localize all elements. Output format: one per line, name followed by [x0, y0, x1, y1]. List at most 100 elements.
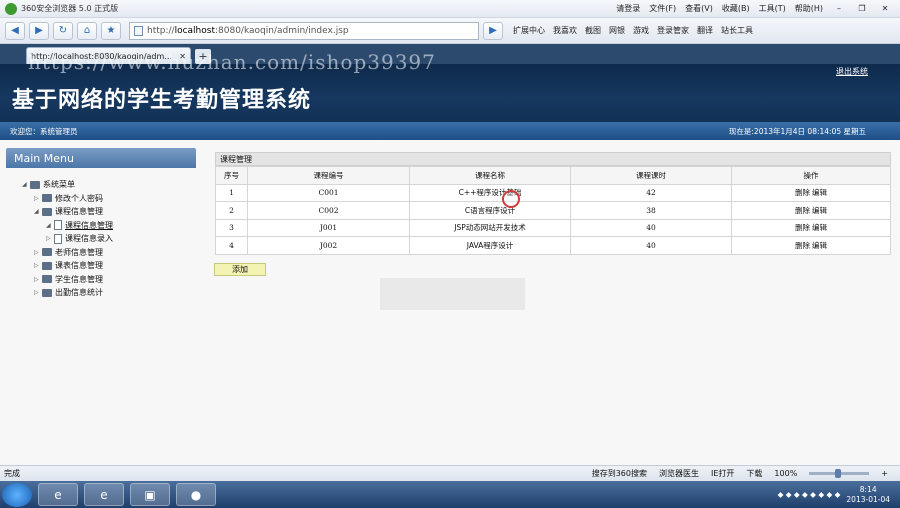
- address-rest: :8080/kaoqin/admin/index.jsp: [214, 25, 349, 36]
- col-code-header: 课程编号: [247, 166, 410, 185]
- back-arrow-icon: ◀: [11, 25, 19, 36]
- start-button[interactable]: [2, 482, 32, 507]
- toolbar-extension-center[interactable]: 扩展中心: [513, 25, 545, 36]
- toolbar-login-manager[interactable]: 登录管家: [657, 25, 689, 36]
- folder-icon: [42, 207, 52, 216]
- tree-item-teacher-management[interactable]: ▷ 老师信息管理: [22, 246, 196, 260]
- cell-index: 4: [215, 236, 248, 255]
- browser-logo-icon: [5, 2, 17, 15]
- go-button[interactable]: ▶: [483, 21, 503, 40]
- delete-link[interactable]: 删除: [795, 241, 810, 250]
- collapse-icon[interactable]: ◢: [22, 181, 30, 188]
- delete-link[interactable]: 删除: [795, 206, 810, 215]
- tree-root[interactable]: ◢ 系统菜单: [22, 178, 196, 192]
- eclipse-icon: ●: [190, 487, 202, 502]
- logout-link[interactable]: 退出系统: [836, 66, 868, 77]
- toolbar-like[interactable]: 我喜欢: [553, 25, 577, 36]
- windows-taskbar: e e ▣ ● ◆ ◆ ◆ ◆ ◆ ◆ ◆ ◆ 8:14 2013-01-04: [0, 481, 900, 508]
- cell-code: C002: [247, 201, 410, 220]
- cell-index: 3: [215, 218, 248, 237]
- minimize-icon[interactable]: –: [832, 3, 846, 15]
- back-button[interactable]: ◀: [5, 21, 25, 40]
- taskbar-app[interactable]: ▣: [130, 483, 170, 506]
- collapse-icon[interactable]: ◢: [34, 208, 42, 215]
- toolbar-bank[interactable]: 网银: [609, 25, 625, 36]
- cell-name: C++程序设计基础: [409, 183, 571, 202]
- menu-login[interactable]: 请登录: [616, 3, 640, 14]
- menu-favorites[interactable]: 收藏(B): [722, 3, 750, 14]
- course-table: 序号 课程编号 课程名称 课程课时 操作 1 C001 C++程序设计基础 42…: [215, 166, 891, 255]
- forward-arrow-icon: ▶: [35, 25, 43, 36]
- tree-item-schedule-management[interactable]: ▷ 课表信息管理: [22, 259, 196, 273]
- tray-clock[interactable]: 8:14 2013-01-04: [846, 485, 890, 505]
- restore-icon[interactable]: ❐: [855, 3, 869, 15]
- status-doctor[interactable]: 浏览器医生: [659, 468, 699, 479]
- cell-hours: 42: [570, 183, 732, 202]
- browser-statusbar: 完成 搜存到360搜索 浏览器医生 IE打开 下载 100% +: [0, 465, 900, 481]
- selected-marker-icon: ◢: [46, 221, 51, 229]
- tree-item-label: 出勤信息统计: [55, 288, 103, 298]
- expand-icon[interactable]: ▷: [34, 289, 42, 296]
- menu-file[interactable]: 文件(F): [649, 3, 676, 14]
- taskbar-ie[interactable]: e: [84, 483, 124, 506]
- taskbar-browser-360[interactable]: e: [38, 483, 78, 506]
- toolbar-games[interactable]: 游戏: [633, 25, 649, 36]
- delete-link[interactable]: 删除: [795, 223, 810, 232]
- delete-link[interactable]: 删除: [795, 188, 810, 197]
- tree-item-course-entry[interactable]: ▷ 课程信息录入: [22, 232, 196, 246]
- user-status-strip: 欢迎您：系统管理员 现在是:2013年1月4日 08:14:05 星期五: [0, 122, 900, 140]
- main-menu-header: Main Menu: [6, 148, 196, 168]
- toolbar-screenshot[interactable]: 截图: [585, 25, 601, 36]
- tree-item-course-management[interactable]: ◢ 课程信息管理: [22, 205, 196, 219]
- expand-icon[interactable]: ▷: [34, 276, 42, 283]
- toolbar-translate[interactable]: 翻译: [697, 25, 713, 36]
- expand-icon[interactable]: ▷: [34, 249, 42, 256]
- zoom-in-icon[interactable]: +: [881, 469, 888, 478]
- forward-button[interactable]: ▶: [29, 21, 49, 40]
- taskbar-eclipse[interactable]: ●: [176, 483, 216, 506]
- edit-link[interactable]: 编辑: [812, 223, 827, 232]
- cell-hours: 40: [570, 236, 732, 255]
- add-course-button[interactable]: 添加: [214, 263, 266, 276]
- cell-index: 1: [215, 183, 248, 202]
- status-ie-open[interactable]: IE打开: [711, 468, 734, 479]
- table-header-row: 序号 课程编号 课程名称 课程课时 操作: [215, 166, 891, 185]
- tray-icons: ◆ ◆ ◆ ◆ ◆ ◆ ◆ ◆: [777, 490, 841, 499]
- toolbar-webmaster-tools[interactable]: 站长工具: [721, 25, 753, 36]
- table-row: 3 J001 JSP动态网站开发技术 40 删除 编辑: [215, 218, 891, 237]
- cell-ops: 删除 编辑: [731, 201, 891, 220]
- status-search[interactable]: 搜存到360搜索: [592, 468, 647, 479]
- expand-icon: ▷: [46, 235, 51, 243]
- edit-link[interactable]: 编辑: [812, 188, 827, 197]
- menu-tools[interactable]: 工具(T): [759, 3, 786, 14]
- refresh-button[interactable]: ↻: [53, 21, 73, 40]
- menu-help[interactable]: 帮助(H): [795, 3, 823, 14]
- address-host: localhost: [174, 25, 215, 36]
- favorite-button[interactable]: ★: [101, 21, 121, 40]
- tree-item-course-manage-page[interactable]: ◢ 课程信息管理: [22, 219, 196, 233]
- browser-360-icon: e: [54, 487, 62, 502]
- sidebar: Main Menu ◢ 系统菜单 ▷ 修改个人密码 ◢ 课程信息管理 ◢ 课程信息管理 …: [6, 148, 196, 300]
- folder-icon: [42, 261, 52, 270]
- tree-item-label: 课表信息管理: [55, 261, 103, 271]
- expand-icon[interactable]: ▷: [34, 262, 42, 269]
- zoom-level[interactable]: 100%: [774, 469, 797, 478]
- tree-item-attendance-statistics[interactable]: ▷ 出勤信息统计: [22, 286, 196, 300]
- close-icon[interactable]: ✕: [878, 3, 892, 15]
- expand-icon[interactable]: ▷: [34, 195, 42, 202]
- tree-item-change-password[interactable]: ▷ 修改个人密码: [22, 192, 196, 206]
- menu-view[interactable]: 查看(V): [685, 3, 713, 14]
- address-bar[interactable]: http://localhost:8080/kaoqin/admin/index…: [129, 21, 479, 40]
- status-download[interactable]: 下载: [746, 468, 762, 479]
- cell-code: J001: [247, 218, 410, 237]
- home-button[interactable]: ⌂: [77, 21, 97, 40]
- tree-item-student-management[interactable]: ▷ 学生信息管理: [22, 273, 196, 287]
- cell-hours: 40: [570, 218, 732, 237]
- edit-link[interactable]: 编辑: [812, 241, 827, 250]
- zoom-slider[interactable]: [809, 469, 870, 478]
- tree-item-label: 课程信息录入: [65, 234, 113, 244]
- edit-link[interactable]: 编辑: [812, 206, 827, 215]
- col-index-header: 序号: [215, 166, 248, 185]
- menu-tree: ◢ 系统菜单 ▷ 修改个人密码 ◢ 课程信息管理 ◢ 课程信息管理 ▷ 课程信息录入 ▷ 老…: [6, 178, 196, 300]
- status-done: 完成: [4, 469, 20, 478]
